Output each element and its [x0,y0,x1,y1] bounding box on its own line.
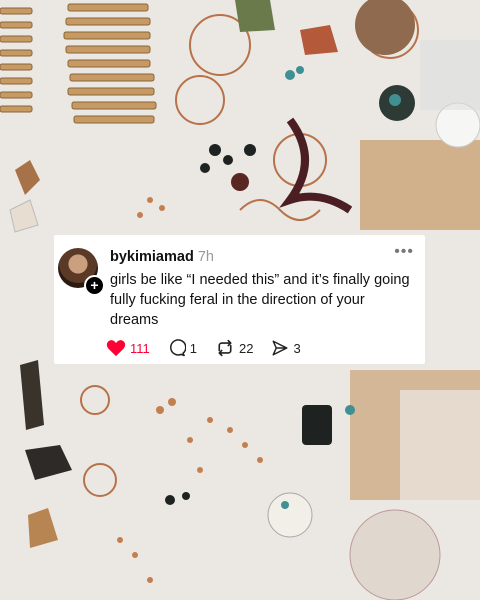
comment-count: 1 [189,340,197,356]
repost-icon [218,339,232,357]
threads-post-card: + bykimiamad 7h ••• girls be like “I need… [54,235,425,364]
plus-icon[interactable]: + [84,275,105,296]
more-icon[interactable]: ••• [394,243,414,261]
repost-button[interactable]: 22 [215,339,253,357]
post-time: 7h [197,249,214,265]
share-button[interactable]: 3 [271,339,301,357]
username[interactable]: bykimiamad [110,249,194,265]
share-count: 3 [293,340,301,356]
repost-count: 22 [239,340,254,356]
post-text: girls be like “I needed this” and it’s f… [110,272,410,328]
post-header: bykimiamad 7h [110,249,214,265]
post-actions: 111 1 22 3 [106,338,319,358]
heart-icon [106,340,126,357]
share-icon [272,340,288,356]
comment-button[interactable]: 1 [168,339,197,357]
comment-icon [169,339,186,357]
like-count: 111 [130,340,150,356]
like-button[interactable]: 111 [106,339,150,357]
